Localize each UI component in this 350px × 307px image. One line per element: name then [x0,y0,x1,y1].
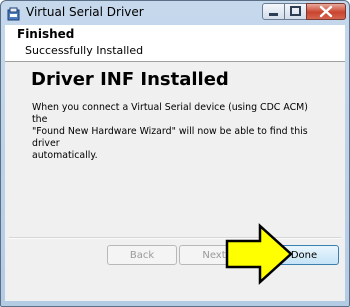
minimize-button[interactable] [262,3,285,20]
page-title: Driver INF Installed [31,69,229,90]
wizard-header: Finished Successfully Installed [5,25,345,62]
window-title: Virtual Serial Driver [26,5,144,19]
title-bar[interactable]: Virtual Serial Driver [1,1,349,25]
header-subtitle: Successfully Installed [25,44,144,57]
back-button[interactable]: Back [107,245,177,265]
description-line: "Found New Hardware Wizard" will now be … [32,126,308,149]
description-line: automatically. [32,150,98,161]
installer-window: Virtual Serial Driver Finished Successfu… [0,0,350,307]
description-text: When you connect a Virtual Serial device… [32,102,324,162]
description-line: When you connect a Virtual Serial device… [32,102,308,125]
minimize-icon [269,13,278,16]
maximize-button[interactable] [284,3,307,20]
close-icon [319,5,333,18]
arrow-pointer-icon [225,223,293,285]
header-title: Finished [17,27,75,41]
close-button[interactable] [306,3,346,20]
maximize-icon [290,6,301,16]
app-icon [7,6,20,21]
